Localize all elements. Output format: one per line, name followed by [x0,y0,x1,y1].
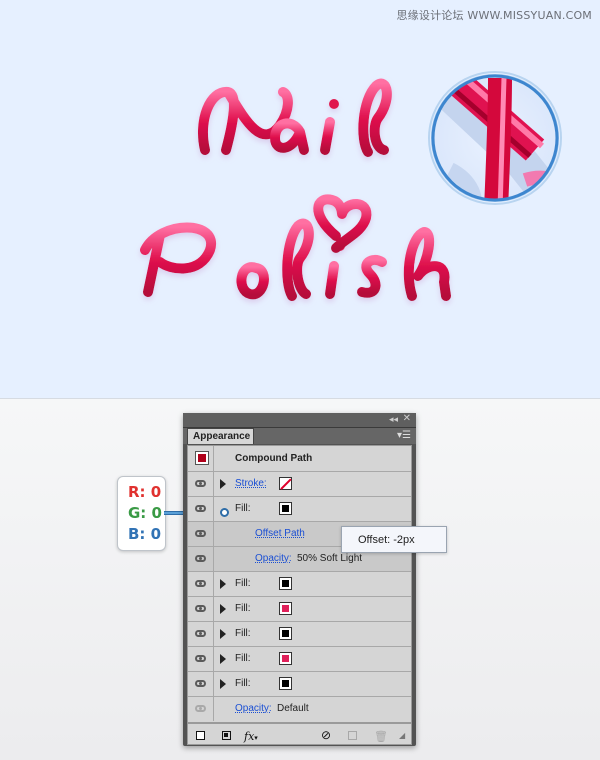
object-thumbnail-icon [195,451,209,465]
opacity-link[interactable]: Opacity: [235,703,272,714]
close-icon[interactable]: ✕ [403,413,411,424]
fill-row-4[interactable]: Fill: [188,622,411,647]
panel-menu-icon[interactable]: ▾☰ [397,430,411,441]
expand-arrow-icon[interactable] [220,629,226,639]
fill-row-3[interactable]: Fill: [188,597,411,622]
fill-row-2[interactable]: Fill: [188,572,411,597]
artboard: 思缘设计论坛 WWW.MISSYUAN.COM [0,0,600,399]
tab-appearance[interactable]: Appearance [187,428,254,444]
letter-i2 [325,261,339,299]
fill-swatch-black[interactable] [279,677,292,690]
letter-P [140,222,217,297]
visibility-eye-icon[interactable] [195,580,206,587]
add-stroke-icon[interactable] [196,731,205,740]
expand-arrow-icon[interactable] [220,679,226,689]
offset-callout: Offset: -2px [341,526,447,553]
visibility-eye-icon[interactable] [195,680,206,687]
opacity-link[interactable]: Opacity: [255,553,292,564]
fill-swatch-black[interactable] [279,577,292,590]
panel-titlebar[interactable]: ◂◂ ✕ [183,413,416,428]
appearance-panel: ◂◂ ✕ Appearance ▾☰ Compound Path Stroke:… [183,413,416,746]
fill-row-6[interactable]: Fill: [188,672,411,697]
visibility-eye-icon[interactable] [195,480,206,487]
visibility-eye-icon[interactable] [195,605,206,612]
fill-swatch-black[interactable] [279,502,292,515]
add-fill-icon[interactable] [222,731,231,740]
header-row[interactable]: Compound Path [188,446,411,472]
rgb-g-value: G: 0 [128,504,162,522]
collapse-icon[interactable]: ◂◂ [389,414,398,425]
rgb-callout: R: 0 G: 0 B: 0 [117,476,166,551]
fill-label: Fill: [235,628,251,639]
rgb-b-value: B: 0 [128,525,162,543]
letter-l [358,78,392,157]
fill-row-5[interactable]: Fill: [188,647,411,672]
fx-label: fx [244,730,255,743]
letter-a [270,118,309,155]
offset-path-link[interactable]: Offset Path [255,528,305,539]
visibility-eye-icon [195,705,206,712]
compound-path-title: Compound Path [235,453,313,464]
duplicate-item-icon [348,731,357,740]
fill-swatch-black[interactable] [279,627,292,640]
expand-arrow-icon[interactable] [220,579,226,589]
opacity-value: Default [277,703,309,714]
visibility-eye-icon[interactable] [195,630,206,637]
letter-h [403,227,451,301]
expand-arrow-icon[interactable] [220,604,226,614]
artwork-canvas [140,71,562,301]
rgb-r-value: R: 0 [128,483,162,501]
visibility-eye-icon[interactable] [195,655,206,662]
magnifier-zoom [428,71,562,205]
fill-label: Fill: [235,653,251,664]
expand-arrow-icon[interactable] [220,654,226,664]
stroke-label[interactable]: Stroke: [235,478,267,489]
fill-swatch-pink[interactable] [279,652,292,665]
letter-l2 [282,218,314,301]
panel-bottom-toolbar: fx▾ ⊘ 🗑 ◢ [187,723,412,745]
visibility-eye-icon[interactable] [195,530,206,537]
fill-swatch-pink[interactable] [279,602,292,615]
stroke-row[interactable]: Stroke: [188,472,411,497]
letter-s [357,254,387,298]
panel-body: Compound Path Stroke: Fill: Offset Path … [187,445,412,723]
fill-label: Fill: [235,503,251,514]
callout-connector-dot [220,508,229,517]
delete-item-icon: 🗑 [374,731,388,743]
heart-shape [313,194,372,253]
letter-o [236,262,269,300]
opacity-row-object[interactable]: Opacity: Default [188,697,411,722]
clear-appearance-icon[interactable]: ⊘ [321,728,331,742]
fill-label: Fill: [235,603,251,614]
offset-value: Offset: -2px [358,534,415,546]
resize-grip-icon[interactable]: ◢ [399,731,405,740]
visibility-eye-icon[interactable] [195,505,206,512]
opacity-value: 50% Soft Light [297,553,363,564]
fill-label: Fill: [235,678,251,689]
stroke-swatch[interactable] [279,477,292,490]
visibility-eye-icon[interactable] [195,555,206,562]
fx-icon[interactable]: fx▾ [244,730,258,743]
letter-i [320,117,335,155]
expand-arrow-icon[interactable] [220,479,226,489]
fill-label: Fill: [235,578,251,589]
